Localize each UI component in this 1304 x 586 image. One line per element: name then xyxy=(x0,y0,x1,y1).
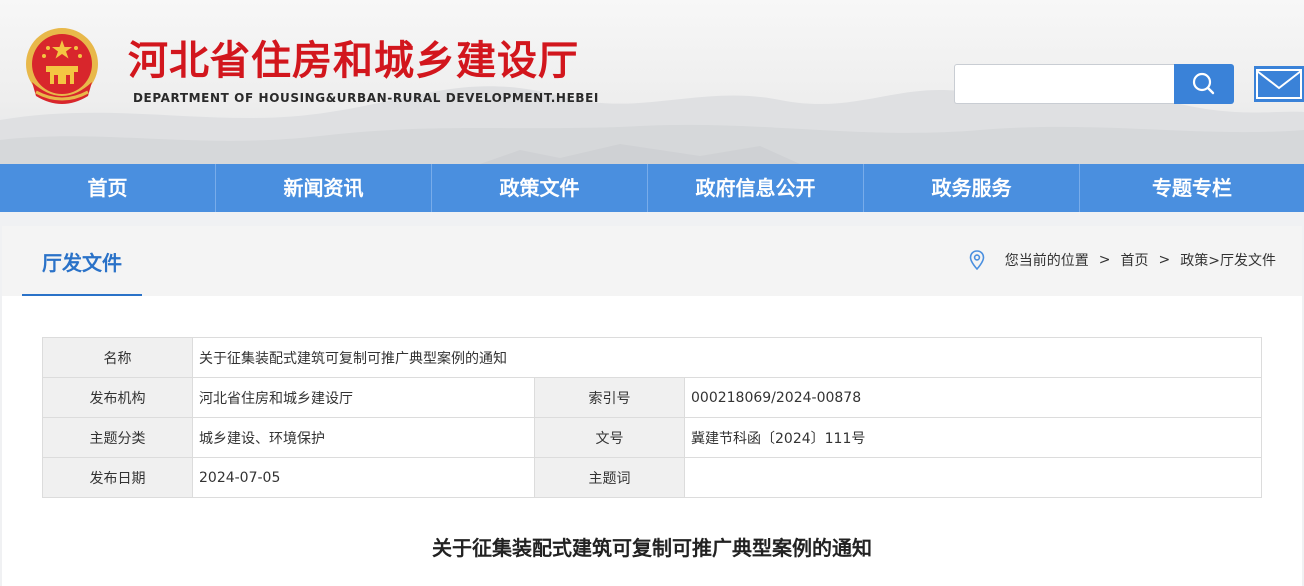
breadcrumb-path-link[interactable]: 政策>厅发文件 xyxy=(1180,250,1276,270)
breadcrumb-prefix: 您当前的位置 xyxy=(1004,253,1089,269)
nav-item-home[interactable]: 首页 xyxy=(0,164,216,212)
site-header: 河北省住房和城乡建设厅 DEPARTMENT OF HOUSING&URBAN-… xyxy=(0,0,1304,164)
nav-item-services[interactable]: 政务服务 xyxy=(864,164,1080,212)
docno-value: 冀建节科函〔2024〕111号 xyxy=(684,417,1262,458)
index-value: 000218069/2024-00878 xyxy=(684,377,1262,418)
date-value: 2024-07-05 xyxy=(192,457,535,498)
topic-label: 主题分类 xyxy=(42,417,193,458)
docno-label: 文号 xyxy=(534,417,685,458)
date-label: 发布日期 xyxy=(42,457,193,498)
topic-value: 城乡建设、环境保护 xyxy=(192,417,535,458)
nav-item-news[interactable]: 新闻资讯 xyxy=(216,164,432,212)
name-value: 关于征集装配式建筑可复制可推广典型案例的通知 xyxy=(192,337,1262,378)
table-row: 发布日期 2024-07-05 主题词 xyxy=(42,457,1262,498)
national-emblem-icon xyxy=(26,28,98,104)
table-row: 名称 关于征集装配式建筑可复制可推广典型案例的通知 xyxy=(42,337,1262,378)
nav-item-gov-info[interactable]: 政府信息公开 xyxy=(648,164,864,212)
index-label: 索引号 xyxy=(534,377,685,418)
nav-item-policy[interactable]: 政策文件 xyxy=(432,164,648,212)
breadcrumb: 您当前的位置 > 首页 > 政策>厅发文件 xyxy=(969,250,1276,270)
nav-item-special[interactable]: 专题专栏 xyxy=(1080,164,1304,212)
main-nav: 首页 新闻资讯 政策文件 政府信息公开 政务服务 专题专栏 xyxy=(0,164,1304,212)
document-title: 关于征集装配式建筑可复制可推广典型案例的通知 xyxy=(432,536,872,560)
org-label: 发布机构 xyxy=(42,377,193,418)
site-subtitle: DEPARTMENT OF HOUSING&URBAN-RURAL DEVELO… xyxy=(133,91,599,105)
search-icon xyxy=(1192,72,1215,95)
breadcrumb-separator: > xyxy=(1098,252,1111,268)
table-row: 主题分类 城乡建设、环境保护 文号 冀建节科函〔2024〕111号 xyxy=(42,417,1262,458)
mail-icon xyxy=(1256,69,1302,99)
section-title: 厅发文件 xyxy=(22,226,142,296)
content-panel: 厅发文件 您当前的位置 > 首页 > 政策>厅发文件 名称 关于征集装配式建筑可… xyxy=(2,226,1302,586)
search-button[interactable] xyxy=(1174,64,1234,104)
section-bar: 厅发文件 您当前的位置 > 首页 > 政策>厅发文件 xyxy=(2,226,1302,296)
table-row: 发布机构 河北省住房和城乡建设厅 索引号 000218069/2024-0087… xyxy=(42,377,1262,418)
site-title: 河北省住房和城乡建设厅 xyxy=(128,38,579,84)
org-value: 河北省住房和城乡建设厅 xyxy=(192,377,535,418)
search-input[interactable] xyxy=(954,64,1174,104)
breadcrumb-home-link[interactable]: 首页 xyxy=(1121,250,1149,270)
keyword-value xyxy=(684,457,1262,498)
location-pin-icon xyxy=(969,250,985,270)
breadcrumb-separator: > xyxy=(1158,252,1171,268)
keyword-label: 主题词 xyxy=(534,457,685,498)
document-meta-table: 名称 关于征集装配式建筑可复制可推广典型案例的通知 发布机构 河北省住房和城乡建… xyxy=(42,337,1262,498)
mail-button[interactable] xyxy=(1254,66,1304,102)
name-label: 名称 xyxy=(42,337,193,378)
